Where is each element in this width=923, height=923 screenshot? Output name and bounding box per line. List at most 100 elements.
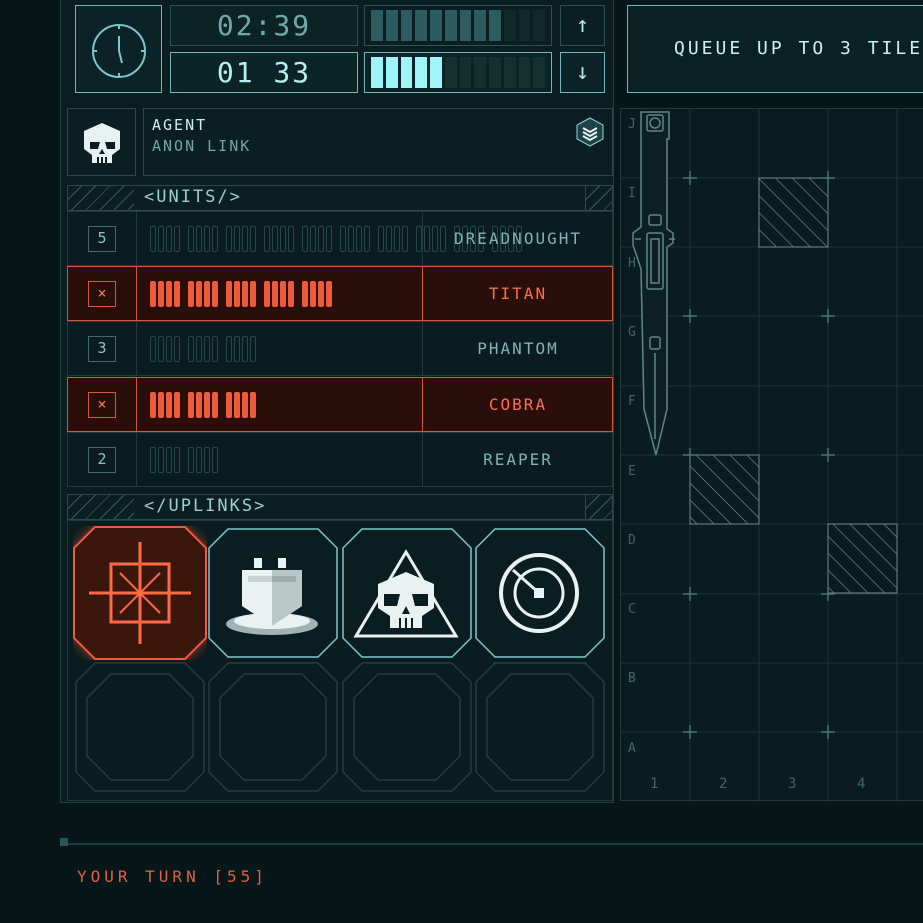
- energy-segment: [444, 10, 457, 41]
- timer-top: 02:39: [170, 5, 358, 46]
- health-pip: [364, 226, 370, 252]
- clock-box: [75, 5, 162, 93]
- destroyed-marker: ×: [88, 392, 116, 418]
- skull-icon: [84, 123, 120, 163]
- layers-icon[interactable]: [576, 117, 604, 147]
- energy-segment: [474, 57, 486, 88]
- unit-health-pips: [150, 447, 220, 473]
- health-pip: [188, 281, 194, 307]
- health-pip: [280, 281, 286, 307]
- energy-segment: [385, 10, 398, 41]
- unit-row-cobra[interactable]: × COBRA: [67, 377, 613, 432]
- unit-marker: 2: [88, 447, 116, 473]
- unit-name: DREADNOUGHT: [422, 212, 613, 265]
- arrow-down-button[interactable]: ↓: [560, 52, 605, 93]
- energy-segment: [518, 57, 531, 88]
- health-pip: [158, 392, 164, 418]
- uplink-slot-empty[interactable]: [75, 662, 205, 794]
- energy-segment: [444, 57, 457, 88]
- unit-health-pips: [150, 392, 258, 418]
- health-pip: [196, 281, 202, 307]
- grid-col-label: 4: [857, 776, 866, 792]
- timer-bottom: 01 33: [170, 52, 358, 93]
- grid-col-label: 3: [788, 776, 797, 792]
- uplinks-header: </UPLINKS>: [67, 494, 613, 520]
- uplink-crosshair[interactable]: [73, 526, 207, 660]
- health-pip: [158, 226, 164, 252]
- unit-health-pips: [150, 281, 334, 307]
- health-pip: [242, 226, 248, 252]
- grid-row-label: F: [628, 394, 636, 410]
- health-pip: [302, 226, 308, 252]
- health-pip: [226, 281, 232, 307]
- energy-segment: [533, 10, 545, 41]
- hatch-decoration: [585, 495, 612, 519]
- health-pip: [242, 392, 248, 418]
- energy-segment: [518, 10, 531, 41]
- health-pip: [204, 281, 210, 307]
- health-pip: [166, 447, 172, 473]
- unit-marker: 5: [88, 226, 116, 252]
- health-pip: [196, 226, 202, 252]
- empty-slot-icon: [475, 662, 605, 792]
- energy-segment: [489, 57, 501, 88]
- scroll-thumb[interactable]: [60, 838, 68, 846]
- unit-row-reaper[interactable]: 2 REAPER: [67, 432, 613, 487]
- health-pip: [212, 336, 218, 362]
- uplink-skull-pyramid[interactable]: [342, 528, 472, 660]
- health-pip: [280, 226, 286, 252]
- health-pip: [378, 226, 384, 252]
- health-pip: [196, 336, 202, 362]
- agent-info: AGENT ANON LINK: [143, 108, 613, 176]
- arrow-up-button[interactable]: ↑: [560, 5, 605, 46]
- health-pip: [150, 281, 156, 307]
- health-pip: [212, 226, 218, 252]
- battle-grid[interactable]: J I H G F E D C B A 1 2 3 4: [620, 108, 923, 802]
- health-pip: [174, 336, 180, 362]
- uplink-slot-empty[interactable]: [208, 662, 338, 794]
- miss-tile: [827, 523, 898, 594]
- health-pip: [250, 392, 256, 418]
- health-pip: [310, 281, 316, 307]
- uplink-radar[interactable]: [475, 528, 605, 660]
- health-pip: [288, 226, 294, 252]
- health-pip: [226, 336, 232, 362]
- ship-icon: [632, 111, 675, 456]
- health-pip: [204, 336, 210, 362]
- unit-name: REAPER: [422, 433, 613, 486]
- health-pip: [166, 226, 172, 252]
- health-pip: [158, 336, 164, 362]
- health-pip: [264, 226, 270, 252]
- energy-segment: [459, 57, 472, 88]
- health-pip: [318, 226, 324, 252]
- agent-subtitle: ANON LINK: [152, 137, 252, 155]
- health-pip: [326, 226, 332, 252]
- health-pip: [310, 226, 316, 252]
- uplinks-header-label: </UPLINKS>: [144, 496, 267, 516]
- unit-marker: 3: [88, 336, 116, 362]
- uplink-slot-empty[interactable]: [342, 662, 472, 794]
- health-pip: [174, 281, 180, 307]
- unit-row-titan[interactable]: × TITAN: [67, 266, 613, 321]
- scroll-track[interactable]: [60, 843, 923, 845]
- unit-row-phantom[interactable]: 3 PHANTOM: [67, 321, 613, 376]
- health-pip: [348, 226, 354, 252]
- empty-slot-icon: [342, 662, 472, 792]
- health-pip: [356, 226, 362, 252]
- units-header-label: <UNITS/>: [144, 187, 242, 207]
- skull-pyramid-icon: [342, 528, 472, 658]
- turn-status: YOUR TURN [55]: [77, 867, 268, 886]
- health-pip: [158, 281, 164, 307]
- uplink-shield-drop[interactable]: [208, 528, 338, 660]
- radar-icon: [475, 528, 605, 658]
- health-pip: [226, 392, 232, 418]
- uplink-slot-empty[interactable]: [475, 662, 605, 794]
- health-pip: [242, 336, 248, 362]
- health-pip: [158, 447, 164, 473]
- health-pip: [302, 281, 308, 307]
- energy-segment: [533, 57, 545, 88]
- unit-row-dreadnought[interactable]: 5 DREADNOUGHT: [67, 211, 613, 266]
- grid-col-label: 2: [719, 776, 728, 792]
- health-pip: [188, 392, 194, 418]
- grid-row-label: E: [628, 463, 636, 479]
